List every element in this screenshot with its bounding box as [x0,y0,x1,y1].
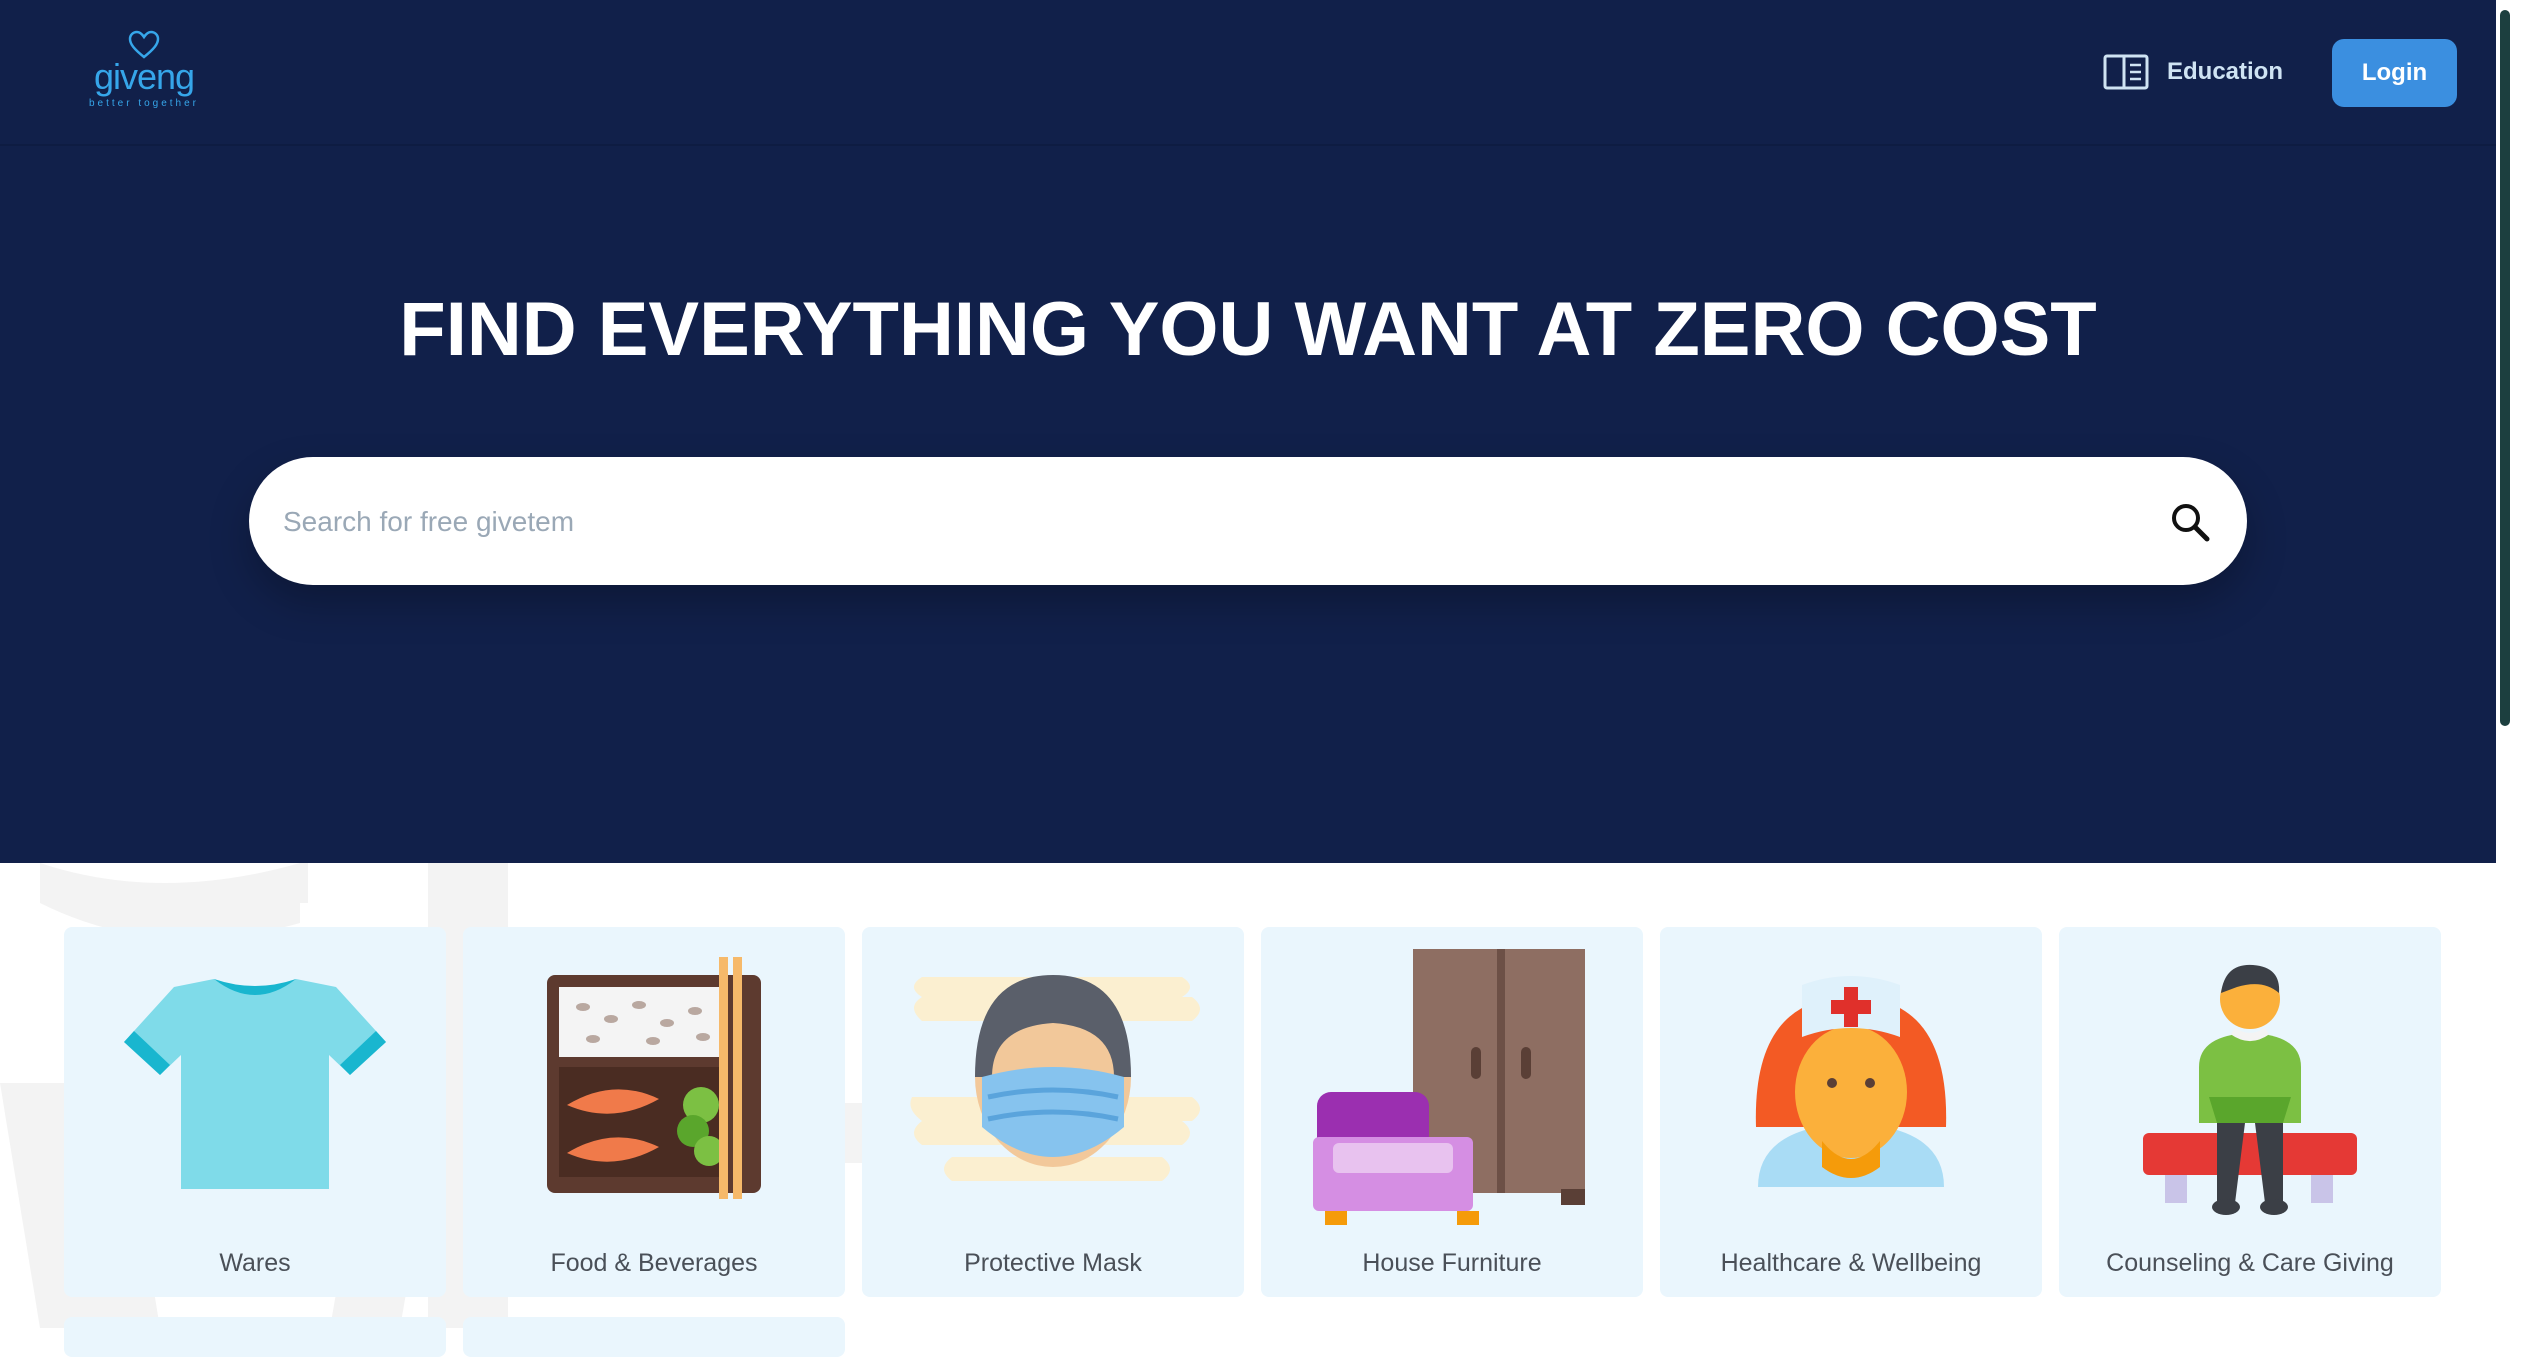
bento-box-icon [547,957,761,1199]
face-mask-icon [910,975,1200,1181]
category-grid: Wares Food & Beverages Protective Mask H… [64,927,2441,1357]
book-open-icon [2103,54,2149,90]
category-card-counseling-care-giving[interactable]: Counseling & Care Giving [2059,927,2441,1297]
category-card-protective-mask[interactable]: Protective Mask [862,927,1244,1297]
nurse-icon [1755,976,1947,1187]
logo-wordmark: giveng [93,56,195,97]
category-label: Food & Beverages [550,1249,758,1277]
category-label: Counseling & Care Giving [2106,1249,2394,1277]
education-link[interactable]: Education [2103,52,2283,92]
logo[interactable]: giveng better together [84,30,204,116]
scrollbar-thumb[interactable] [2500,10,2510,726]
category-label: Protective Mask [964,1249,1142,1277]
category-label: Healthcare & Wellbeing [1720,1249,1982,1277]
hero-section: giveng better together Education Login F… [0,0,2496,863]
category-card-next-row [463,1317,845,1357]
category-card-food-beverages[interactable]: Food & Beverages [463,927,845,1297]
login-button[interactable]: Login [2332,39,2457,107]
education-label: Education [2167,58,2284,85]
category-label: House Furniture [1362,1249,1542,1277]
search-input[interactable] [281,481,2085,563]
logo-tagline: better together [88,98,200,109]
hero-headline: FIND EVERYTHING YOU WANT AT ZERO COST [399,287,2097,372]
furniture-icon [1313,949,1585,1225]
category-card-healthcare-wellbeing[interactable]: Healthcare & Wellbeing [1660,927,2042,1297]
person-sitting-icon [2143,964,2357,1215]
navbar: giveng better together Education Login [0,0,2496,146]
category-card-wares[interactable]: Wares [64,927,446,1297]
category-label: Wares [219,1249,291,1277]
search-bar [249,457,2247,585]
tshirt-icon [124,979,386,1189]
category-card-house-furniture[interactable]: House Furniture [1261,927,1643,1297]
category-card-next-row [64,1317,446,1357]
search-icon[interactable] [2169,501,2211,543]
